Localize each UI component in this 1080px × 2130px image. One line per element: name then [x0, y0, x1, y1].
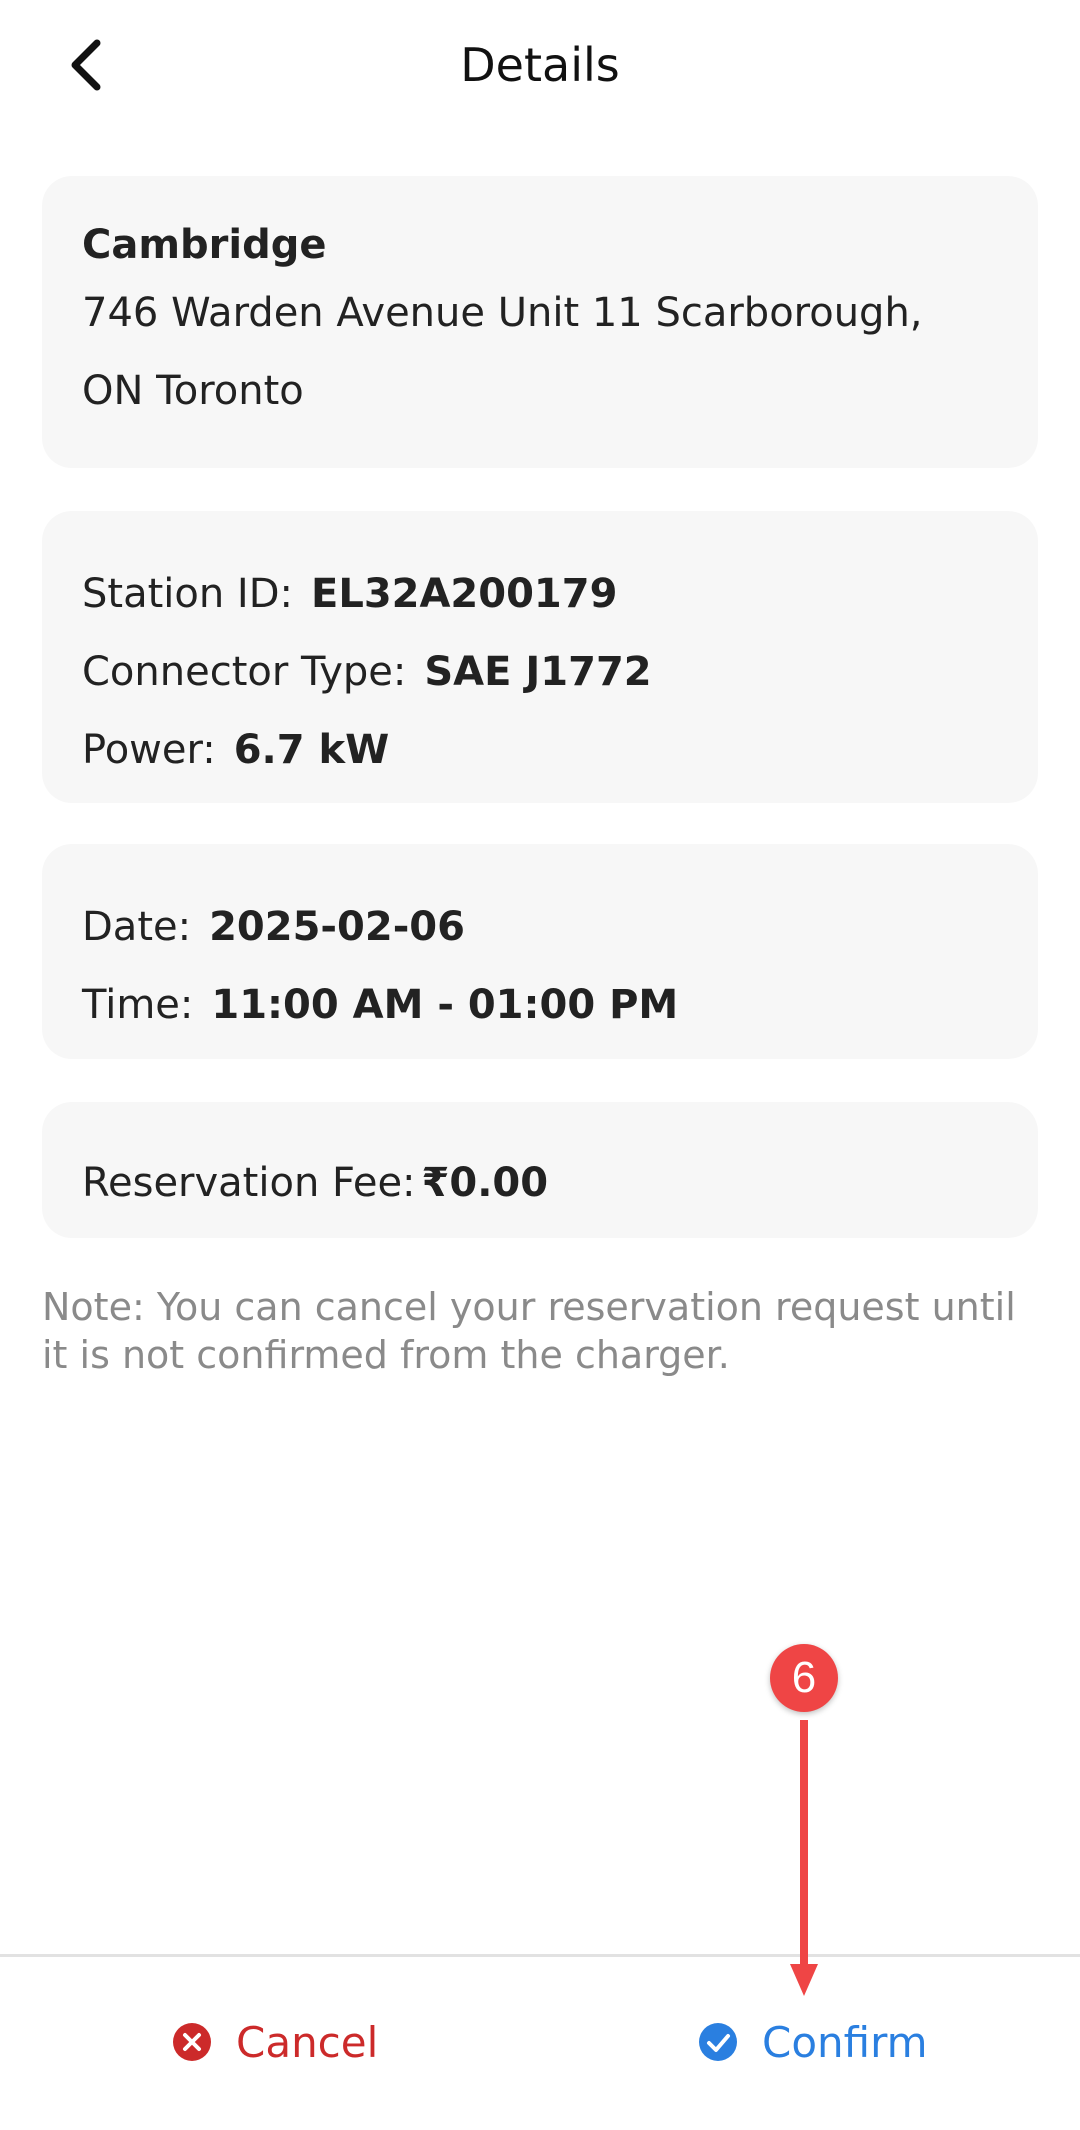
location-name: Cambridge — [82, 222, 327, 268]
header-bar: Details — [0, 0, 1080, 130]
date-value: 2025-02-06 — [209, 904, 465, 950]
station-id-row: Station ID: EL32A200179 — [82, 555, 1008, 633]
confirm-label: Confirm — [762, 2017, 928, 2067]
check-circle-icon — [699, 2023, 737, 2061]
time-label: Time: — [82, 982, 194, 1028]
cancel-button[interactable]: Cancel — [172, 1997, 378, 2087]
action-bar: Cancel Confirm — [0, 1954, 1080, 2130]
connector-type-label: Connector Type: — [82, 649, 407, 695]
cancel-label: Cancel — [236, 2017, 379, 2067]
arrow-down-icon — [790, 1720, 818, 1996]
cancel-circle-icon — [173, 2023, 211, 2061]
schedule-card: Date: 2025-02-06 Time: 11:00 AM - 01:00 PM — [42, 844, 1038, 1059]
connector-type-row: Connector Type: SAE J1772 — [82, 633, 1008, 711]
location-card: Cambridge 746 Warden Avenue Unit 11 Scar… — [42, 176, 1038, 468]
location-address: 746 Warden Avenue Unit 11 Scarborough, O… — [82, 290, 923, 414]
power-value: 6.7 kW — [233, 727, 390, 773]
connector-type-value: SAE J1772 — [424, 649, 652, 695]
step-annotation: 6 — [770, 1644, 846, 2014]
cancellation-note: Note: You can cancel your reservation re… — [42, 1285, 1016, 1377]
time-value: 11:00 AM - 01:00 PM — [211, 982, 679, 1028]
power-label: Power: — [82, 727, 216, 773]
fee-label: Reservation Fee: — [82, 1160, 416, 1206]
step-badge: 6 — [770, 1644, 838, 1712]
time-row: Time: 11:00 AM - 01:00 PM — [82, 966, 1008, 1044]
fee-card: Reservation Fee: ₹0.00 — [42, 1102, 1038, 1238]
power-row: Power: 6.7 kW — [82, 711, 1008, 789]
page-title: Details — [460, 38, 620, 92]
station-id-label: Station ID: — [82, 571, 293, 617]
fee-row: Reservation Fee: ₹0.00 — [82, 1144, 1008, 1222]
station-info-card: Station ID: EL32A200179 Connector Type: SA… — [42, 511, 1038, 803]
fee-value: ₹0.00 — [421, 1160, 549, 1206]
date-row: Date: 2025-02-06 — [82, 888, 1008, 966]
station-id-value: EL32A200179 — [311, 571, 618, 617]
date-label: Date: — [82, 904, 192, 950]
